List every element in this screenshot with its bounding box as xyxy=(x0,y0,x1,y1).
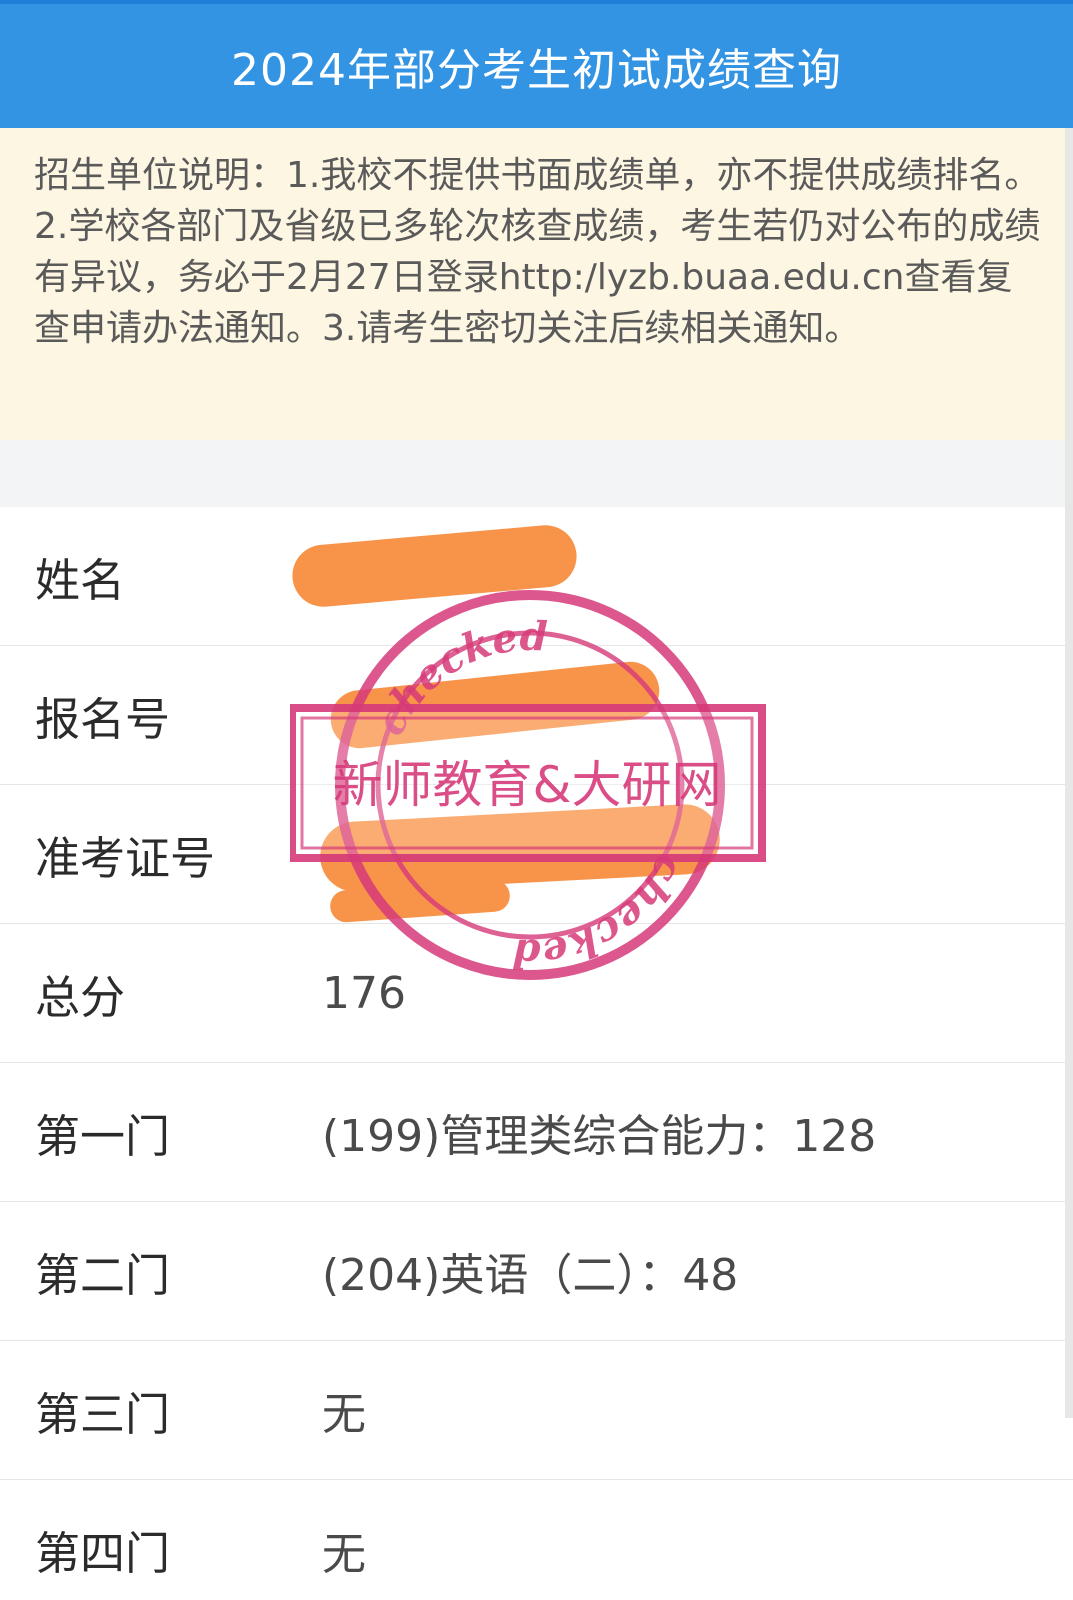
row-subject-1: 第一门 (199)管理类综合能力：128 xyxy=(0,1063,1073,1202)
row-value-total-score: 176 xyxy=(322,967,406,1019)
row-label-admission-ticket-no: 准考证号 xyxy=(35,831,216,885)
section-gap xyxy=(0,440,1073,507)
row-subject-3: 第三门 无 xyxy=(0,1341,1073,1480)
row-value-subject-3: 无 xyxy=(322,1389,366,1440)
row-label-subject-4: 第四门 xyxy=(35,1527,171,1580)
row-value-subject-1: (199)管理类综合能力：128 xyxy=(322,1111,877,1162)
score-query-page: 2024年部分考生初试成绩查询 招生单位说明：1.我校不提供书面成绩单，亦不提供… xyxy=(0,0,1073,1600)
redaction-name xyxy=(289,522,580,610)
notice-text: 招生单位说明：1.我校不提供书面成绩单，亦不提供成绩排名。2.学校各部门及省级已… xyxy=(34,155,1041,349)
row-subject-4: 第四门 无 xyxy=(0,1480,1073,1600)
page-title: 2024年部分考生初试成绩查询 xyxy=(231,45,842,96)
row-label-subject-2: 第二门 xyxy=(35,1248,171,1302)
row-subject-2: 第二门 (204)英语（二）：48 xyxy=(0,1202,1073,1341)
notice-box: 招生单位说明：1.我校不提供书面成绩单，亦不提供成绩排名。2.学校各部门及省级已… xyxy=(0,128,1073,440)
score-table: 姓名 报名号 准考证号 总分 176 第一门 (199)管理类综合能力：128 … xyxy=(0,507,1073,1600)
row-label-subject-1: 第一门 xyxy=(35,1109,171,1163)
row-label-total-score: 总分 xyxy=(35,970,126,1024)
row-value-subject-2: (204)英语（二）：48 xyxy=(322,1250,739,1301)
row-admission-ticket-no: 准考证号 xyxy=(0,785,1073,924)
row-total-score: 总分 176 xyxy=(0,924,1073,1063)
row-label-subject-3: 第三门 xyxy=(35,1387,171,1441)
scrollbar[interactable] xyxy=(1065,128,1073,1418)
redaction-registration-no xyxy=(327,658,663,752)
row-value-subject-4: 无 xyxy=(322,1528,366,1580)
header-bar: 2024年部分考生初试成绩查询 xyxy=(0,0,1073,128)
redaction-admission-ticket-no xyxy=(318,802,722,894)
row-label-registration-no: 报名号 xyxy=(35,692,171,746)
row-registration-no: 报名号 xyxy=(0,646,1073,785)
row-label-name: 姓名 xyxy=(35,553,126,607)
row-name: 姓名 xyxy=(0,507,1073,646)
